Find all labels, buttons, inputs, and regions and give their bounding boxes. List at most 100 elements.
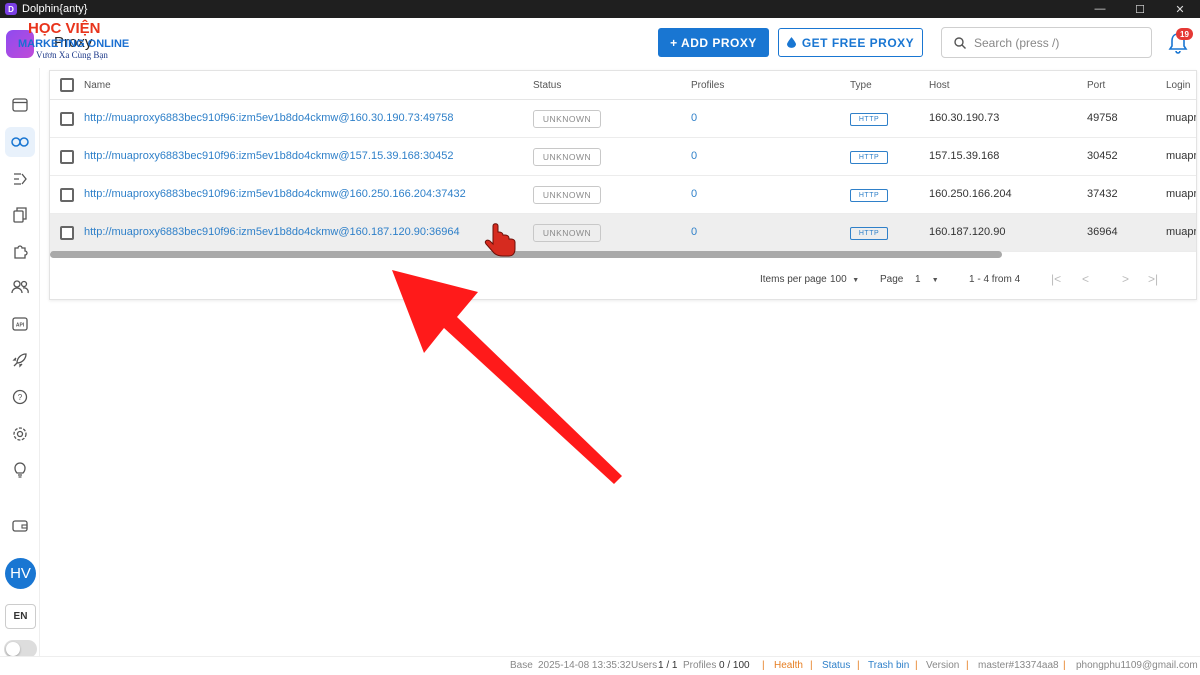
user-avatar[interactable]: HV <box>5 558 36 589</box>
svg-text:?: ? <box>18 393 23 402</box>
status-profiles-label: Profiles <box>683 660 717 671</box>
sidebar-item-launch[interactable] <box>5 345 35 375</box>
column-header-port[interactable]: Port <box>1087 80 1105 91</box>
users-icon <box>11 280 29 294</box>
status-bar: Base 2025-14-08 13:35:32 Users 1 / 1 Pro… <box>0 656 1200 675</box>
next-page-button[interactable]: > <box>1122 272 1129 286</box>
select-all-checkbox[interactable] <box>60 78 74 92</box>
prev-page-button[interactable]: < <box>1082 272 1089 286</box>
status-users-value: 1 / 1 <box>658 660 678 671</box>
status-profiles-value: 0 / 100 <box>719 660 750 671</box>
type-badge: HTTP <box>850 151 888 164</box>
host-value: 160.30.190.73 <box>929 112 1000 124</box>
proxy-name-link[interactable]: http://muaproxy6883bec910f96:izm5ev1b8do… <box>84 226 460 238</box>
login-value: muapr <box>1166 226 1197 238</box>
row-checkbox[interactable] <box>60 226 74 240</box>
sidebar: API ? HV EN <box>0 68 40 675</box>
sidebar-item-automation[interactable] <box>5 164 35 194</box>
chevron-down-icon: ▼ <box>931 277 939 284</box>
link-icon <box>11 137 29 147</box>
status-link[interactable]: Status <box>822 660 850 671</box>
column-header-login[interactable]: Login <box>1166 80 1190 91</box>
sidebar-item-extensions[interactable] <box>5 236 35 266</box>
help-icon: ? <box>12 389 28 405</box>
sidebar-item-users[interactable] <box>5 272 35 302</box>
table-row[interactable]: http://muaproxy6883bec910f96:izm5ev1b8do… <box>50 214 1197 252</box>
page-select[interactable]: 1 ▼ <box>915 274 939 285</box>
pagination: Items per page 100 ▼ Page 1 ▼ 1 - 4 from… <box>50 271 1196 289</box>
host-value: 157.15.39.168 <box>929 150 1000 162</box>
column-header-type[interactable]: Type <box>850 80 872 91</box>
page-label: Page <box>880 274 904 285</box>
login-value: muapr <box>1166 112 1197 124</box>
items-per-page-select[interactable]: 100 ▼ <box>830 274 859 285</box>
host-value: 160.187.120.90 <box>929 226 1006 238</box>
table-row[interactable]: http://muaproxy6883bec910f96:izm5ev1b8do… <box>50 176 1196 214</box>
notification-badge: 19 <box>1176 28 1193 40</box>
sidebar-item-api[interactable]: API <box>5 309 35 339</box>
search-box[interactable] <box>941 27 1152 58</box>
horizontal-scrollbar[interactable] <box>50 251 1002 258</box>
column-header-host[interactable]: Host <box>929 80 950 91</box>
profiles-count[interactable]: 0 <box>691 112 697 124</box>
minimize-button[interactable]: — <box>1080 0 1120 18</box>
table-row[interactable]: http://muaproxy6883bec910f96:izm5ev1b8do… <box>50 100 1197 138</box>
health-link[interactable]: Health <box>774 660 803 671</box>
proxy-name-link[interactable]: http://muaproxy6883bec910f96:izm5ev1b8do… <box>84 150 454 162</box>
port-value: 30452 <box>1087 150 1118 162</box>
column-header-profiles[interactable]: Profiles <box>691 80 724 91</box>
type-badge: HTTP <box>850 113 888 126</box>
column-header-status[interactable]: Status <box>533 80 561 91</box>
get-free-proxy-button[interactable]: GET FREE PROXY <box>778 28 923 57</box>
sidebar-item-browsers[interactable] <box>5 90 35 120</box>
last-page-button[interactable]: >| <box>1148 272 1158 286</box>
close-button[interactable]: ✕ <box>1160 0 1200 18</box>
chevron-down-icon: ▼ <box>852 277 860 284</box>
wallet-icon <box>12 520 28 532</box>
port-value: 49758 <box>1087 112 1118 124</box>
status-divider: | <box>762 660 765 671</box>
sidebar-item-wallet[interactable] <box>5 511 35 541</box>
proxy-table-card: Name Status Profiles Type Host Port Logi… <box>49 70 1197 300</box>
browser-icon <box>12 98 28 112</box>
page-range: 1 - 4 from 4 <box>969 274 1021 285</box>
trash-bin-link[interactable]: Trash bin <box>868 660 909 671</box>
status-divider: | <box>1063 660 1066 671</box>
items-per-page-label: Items per page <box>760 274 827 285</box>
puzzle-icon <box>14 245 28 259</box>
status-divider: | <box>966 660 969 671</box>
sidebar-item-tips[interactable] <box>5 455 35 485</box>
sidebar-item-help[interactable]: ? <box>5 382 35 412</box>
drop-icon <box>786 37 796 48</box>
first-page-button[interactable]: |< <box>1051 272 1061 286</box>
profiles-count[interactable]: 0 <box>691 226 697 238</box>
proxy-name-link[interactable]: http://muaproxy6883bec910f96:izm5ev1b8do… <box>84 188 466 200</box>
profiles-count[interactable]: 0 <box>691 150 697 162</box>
host-value: 160.250.166.204 <box>929 188 1012 200</box>
theme-toggle-knob <box>6 642 20 656</box>
column-header-name[interactable]: Name <box>84 80 111 91</box>
search-input[interactable] <box>974 35 1134 50</box>
status-badge: UNKNOWN <box>533 224 601 242</box>
watermark-line3: Vươn Xa Cùng Bạn <box>36 50 108 60</box>
status-users-label: Users <box>631 660 658 671</box>
language-selector[interactable]: EN <box>5 604 36 629</box>
table-row[interactable]: http://muaproxy6883bec910f96:izm5ev1b8do… <box>50 138 1196 176</box>
proxy-name-link[interactable]: http://muaproxy6883bec910f96:izm5ev1b8do… <box>84 112 454 124</box>
sidebar-item-proxy[interactable] <box>5 127 35 157</box>
status-badge: UNKNOWN <box>533 186 601 204</box>
status-base: Base <box>510 660 533 671</box>
watermark-line1: HỌC VIỆN <box>28 20 101 37</box>
row-checkbox[interactable] <box>60 188 74 202</box>
sidebar-item-settings[interactable] <box>5 419 35 449</box>
page-value: 1 <box>915 274 921 285</box>
status-divider: | <box>857 660 860 671</box>
row-checkbox[interactable] <box>60 112 74 126</box>
sidebar-item-clone[interactable] <box>5 200 35 230</box>
profiles-count[interactable]: 0 <box>691 188 697 200</box>
dolphin-app-icon: D <box>5 3 17 15</box>
add-proxy-button[interactable]: + ADD PROXY <box>658 28 769 57</box>
row-checkbox[interactable] <box>60 150 74 164</box>
table-header: Name Status Profiles Type Host Port Logi… <box>50 71 1196 100</box>
maximize-button[interactable]: ☐ <box>1120 0 1160 18</box>
